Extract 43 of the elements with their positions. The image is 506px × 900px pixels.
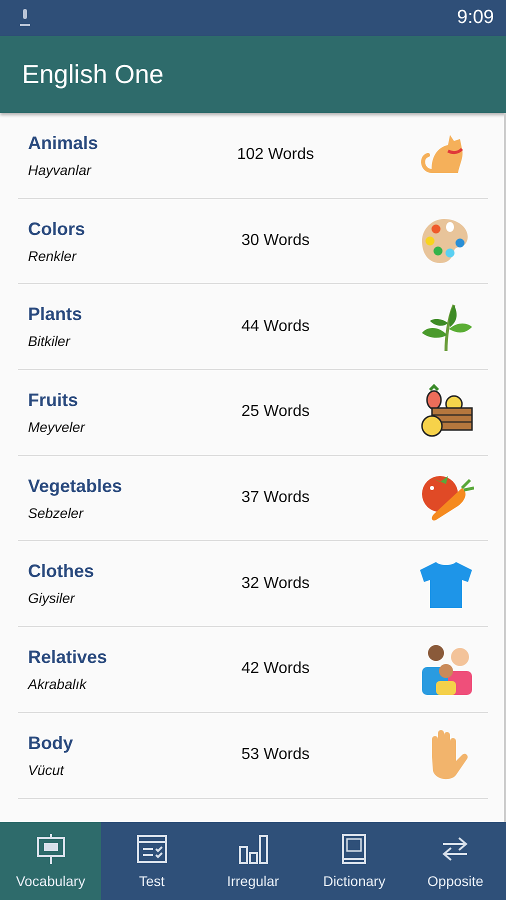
category-title: Vegetables — [28, 476, 122, 497]
category-row[interactable]: Fruits Meyveler 25 Words — [18, 370, 488, 456]
category-title: Body — [28, 732, 73, 754]
category-translation: Akrabalık — [28, 676, 86, 692]
microphone-icon — [20, 9, 30, 27]
category-title: Animals — [28, 132, 98, 154]
category-title: Clothes — [28, 561, 94, 582]
category-row[interactable]: Clothes Giysiler 32 Words — [18, 541, 488, 628]
easel-icon — [34, 833, 67, 865]
category-row[interactable]: Body Vücut 53 Words — [18, 712, 488, 798]
category-row[interactable]: Vegetables Sebzeler 37 Words — [18, 456, 488, 542]
category-row[interactable]: Animals Hayvanlar 102 Words — [18, 113, 488, 199]
word-count: 25 Words — [240, 403, 311, 422]
checklist-icon — [136, 833, 168, 865]
category-translation: Meyveler — [28, 418, 85, 435]
category-translation: Giysiler — [28, 590, 75, 606]
category-title: Colors — [28, 218, 86, 240]
word-count: 30 Words — [240, 232, 311, 250]
nav-tab[interactable]: Opposite — [404, 822, 506, 900]
nav-tab[interactable]: Test — [101, 822, 202, 900]
nav-tab[interactable]: Dictionary — [304, 822, 405, 900]
word-count: 42 Words — [240, 660, 311, 678]
category-title: Relatives — [28, 646, 108, 668]
category-title: Fruits — [28, 390, 78, 411]
clock-time: 9:09 — [457, 7, 494, 29]
category-translation: Bitkiler — [28, 333, 70, 350]
category-translation: Vücut — [28, 762, 64, 778]
nav-tab[interactable]: Irregular — [202, 822, 304, 900]
category-row[interactable]: Plants Bitkiler 44 Words — [18, 284, 488, 370]
category-title: Plants — [28, 304, 82, 326]
category-translation: Hayvanlar — [28, 162, 92, 178]
category-row[interactable]: Relatives Akrabalık 42 Words — [18, 627, 488, 713]
nav-tab[interactable]: Vocabulary — [0, 822, 102, 900]
bar-chart-icon — [237, 833, 269, 865]
word-count: 37 Words — [240, 489, 311, 508]
app-title: English One — [22, 59, 164, 90]
category-translation: Sebzeler — [28, 504, 84, 521]
word-count: 102 Words — [236, 146, 316, 164]
category-translation: Renkler — [28, 248, 76, 264]
word-count: 53 Words — [240, 746, 311, 764]
word-count: 44 Words — [240, 318, 311, 336]
category-row[interactable]: Colors Renkler 30 Words — [18, 198, 488, 284]
word-count: 32 Words — [240, 574, 311, 593]
